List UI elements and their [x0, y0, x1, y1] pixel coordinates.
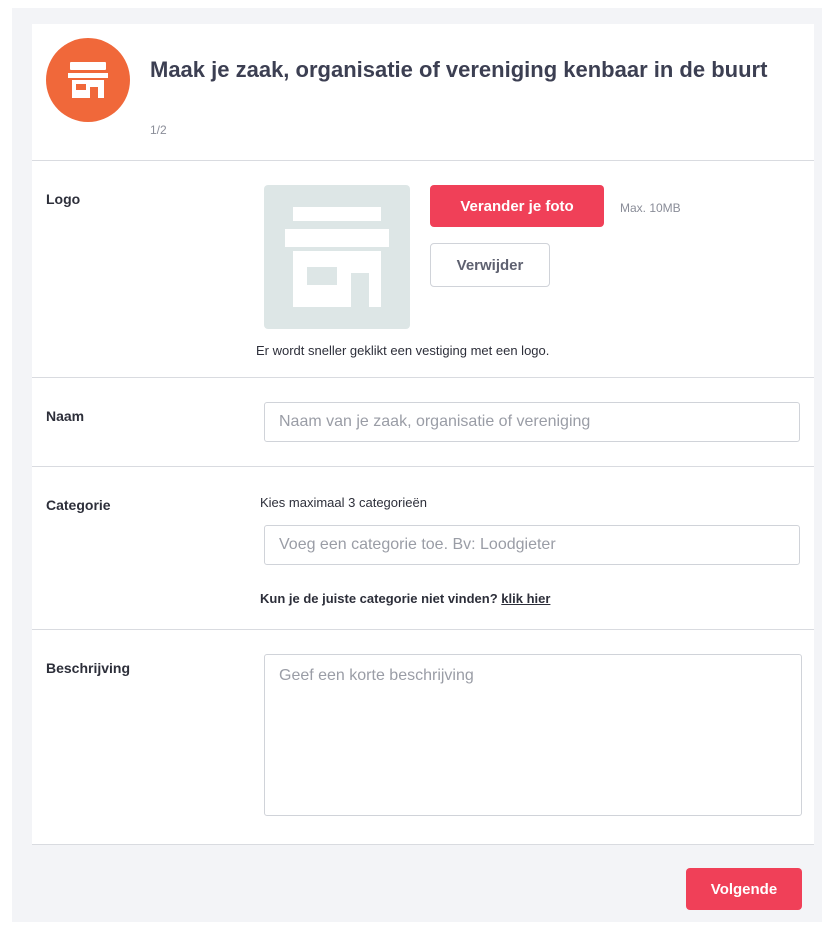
logo-label: Logo	[46, 191, 81, 207]
beschrijving-textarea[interactable]: Geef een korte beschrijving	[264, 654, 802, 816]
next-button[interactable]: Volgende	[686, 868, 802, 910]
change-photo-button[interactable]: Verander je foto	[430, 185, 604, 227]
store-icon	[46, 38, 130, 122]
klik-hier-link[interactable]: klik hier	[501, 591, 550, 606]
naam-label: Naam	[46, 408, 85, 424]
step-indicator: 1/2	[150, 123, 167, 137]
max-size-hint: Max. 10MB	[620, 201, 681, 215]
logo-hint: Er wordt sneller geklikt een vestiging m…	[256, 343, 550, 358]
categorie-help: Kun je de juiste categorie niet vinden? …	[260, 591, 550, 606]
categorie-help-text: Kun je de juiste categorie niet vinden?	[260, 591, 498, 606]
store-icon	[285, 207, 389, 307]
categorie-label: Categorie	[46, 497, 111, 513]
page-title: Maak je zaak, organisatie of vereniging …	[150, 57, 768, 82]
logo-placeholder[interactable]	[264, 185, 410, 329]
logo-section: Logo Verander je foto Max. 10MB Verwijde…	[32, 161, 814, 378]
form-card: Maak je zaak, organisatie of vereniging …	[32, 24, 814, 845]
naam-section: Naam Naam van je zaak, organisatie of ve…	[32, 378, 814, 467]
remove-button[interactable]: Verwijder	[430, 243, 550, 287]
categorie-hint: Kies maximaal 3 categorieën	[260, 495, 427, 510]
form-header: Maak je zaak, organisatie of vereniging …	[32, 24, 814, 161]
naam-input[interactable]: Naam van je zaak, organisatie of verenig…	[264, 402, 800, 442]
categorie-section: Categorie Kies maximaal 3 categorieën Vo…	[32, 467, 814, 630]
categorie-input[interactable]: Voeg een categorie toe. Bv: Loodgieter	[264, 525, 800, 565]
beschrijving-label: Beschrijving	[46, 660, 131, 676]
beschrijving-section: Beschrijving Geef een korte beschrijving	[32, 630, 814, 845]
